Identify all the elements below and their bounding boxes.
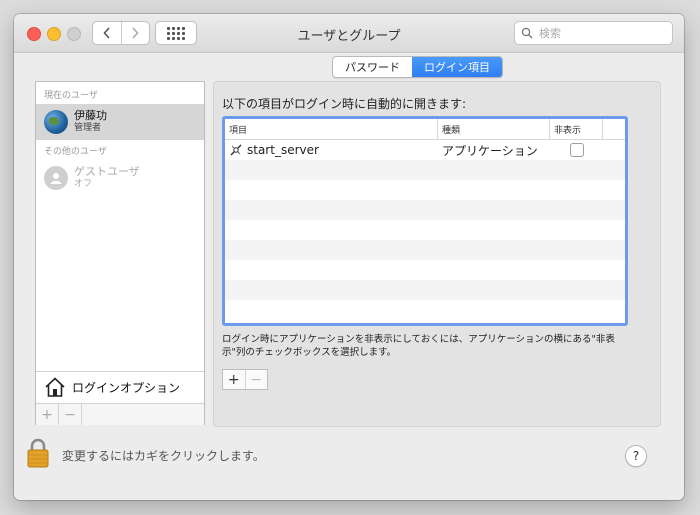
login-options-label: ログインオプション (72, 380, 181, 395)
user-sidebar: 現在のユーザ 伊藤功 管理者 その他のユーザ ゲストユーザ オフ ログインオプシ… (35, 81, 205, 425)
row-item-name: start_server (247, 143, 319, 157)
remove-login-item-button[interactable]: − (246, 370, 268, 389)
globe-avatar-icon (44, 110, 68, 134)
lock-icon[interactable] (26, 438, 50, 468)
search-input[interactable] (537, 25, 661, 41)
hide-checkbox[interactable] (569, 143, 584, 157)
other-users-header: その他のユーザ (44, 147, 107, 157)
table-header: 項目 種類 非表示 (225, 119, 625, 140)
user-role: 管理者 (74, 123, 102, 133)
search-field[interactable] (514, 21, 673, 45)
guest-status: オフ (74, 179, 93, 189)
lock-message: 変更するにはカギをクリックします。 (62, 449, 265, 463)
current-users-header: 現在のユーザ (44, 91, 98, 101)
app-script-icon (229, 143, 243, 157)
tab-password[interactable]: パスワード (333, 57, 412, 77)
help-button[interactable]: ? (625, 445, 647, 467)
remove-user-button[interactable]: − (59, 404, 82, 425)
add-user-button[interactable]: + (36, 404, 59, 425)
guest-avatar-icon (44, 166, 68, 190)
hint-text: ログイン時にアプリケーションを非表示にしておくには、アプリケーションの横にある"… (222, 334, 615, 358)
tab-bar: パスワード ログイン項目 (332, 56, 503, 78)
sidebar-item-guest-user[interactable]: ゲストユーザ オフ (36, 160, 204, 196)
column-header-item[interactable]: 項目 (225, 119, 438, 139)
title-bar: ユーザとグループ (14, 14, 684, 53)
house-icon (44, 376, 66, 398)
user-name: 伊藤功 (74, 109, 107, 122)
tab-login-items[interactable]: ログイン項目 (412, 57, 502, 77)
login-items-plus-minus: + − (222, 369, 268, 390)
row-item-kind: アプリケーション (442, 143, 538, 158)
panel-heading: 以下の項目がログイン時に自動的に開きます: (222, 97, 467, 111)
login-options-item[interactable]: ログインオプション (36, 371, 204, 402)
table-row[interactable]: start_server アプリケーション (225, 140, 625, 160)
help-icon: ? (632, 449, 640, 463)
login-items-table[interactable]: 項目 種類 非表示 start_server アプリケーション (222, 116, 628, 326)
column-header-hide[interactable]: 非表示 (550, 119, 603, 139)
add-login-item-button[interactable]: + (223, 370, 246, 389)
sidebar-item-current-user[interactable]: 伊藤功 管理者 (36, 104, 204, 140)
search-icon (521, 27, 537, 39)
table-body: start_server アプリケーション (225, 140, 625, 320)
guest-name: ゲストユーザ (74, 165, 140, 178)
sidebar-plus-minus: + − (36, 403, 204, 425)
column-header-kind[interactable]: 種類 (438, 119, 550, 139)
